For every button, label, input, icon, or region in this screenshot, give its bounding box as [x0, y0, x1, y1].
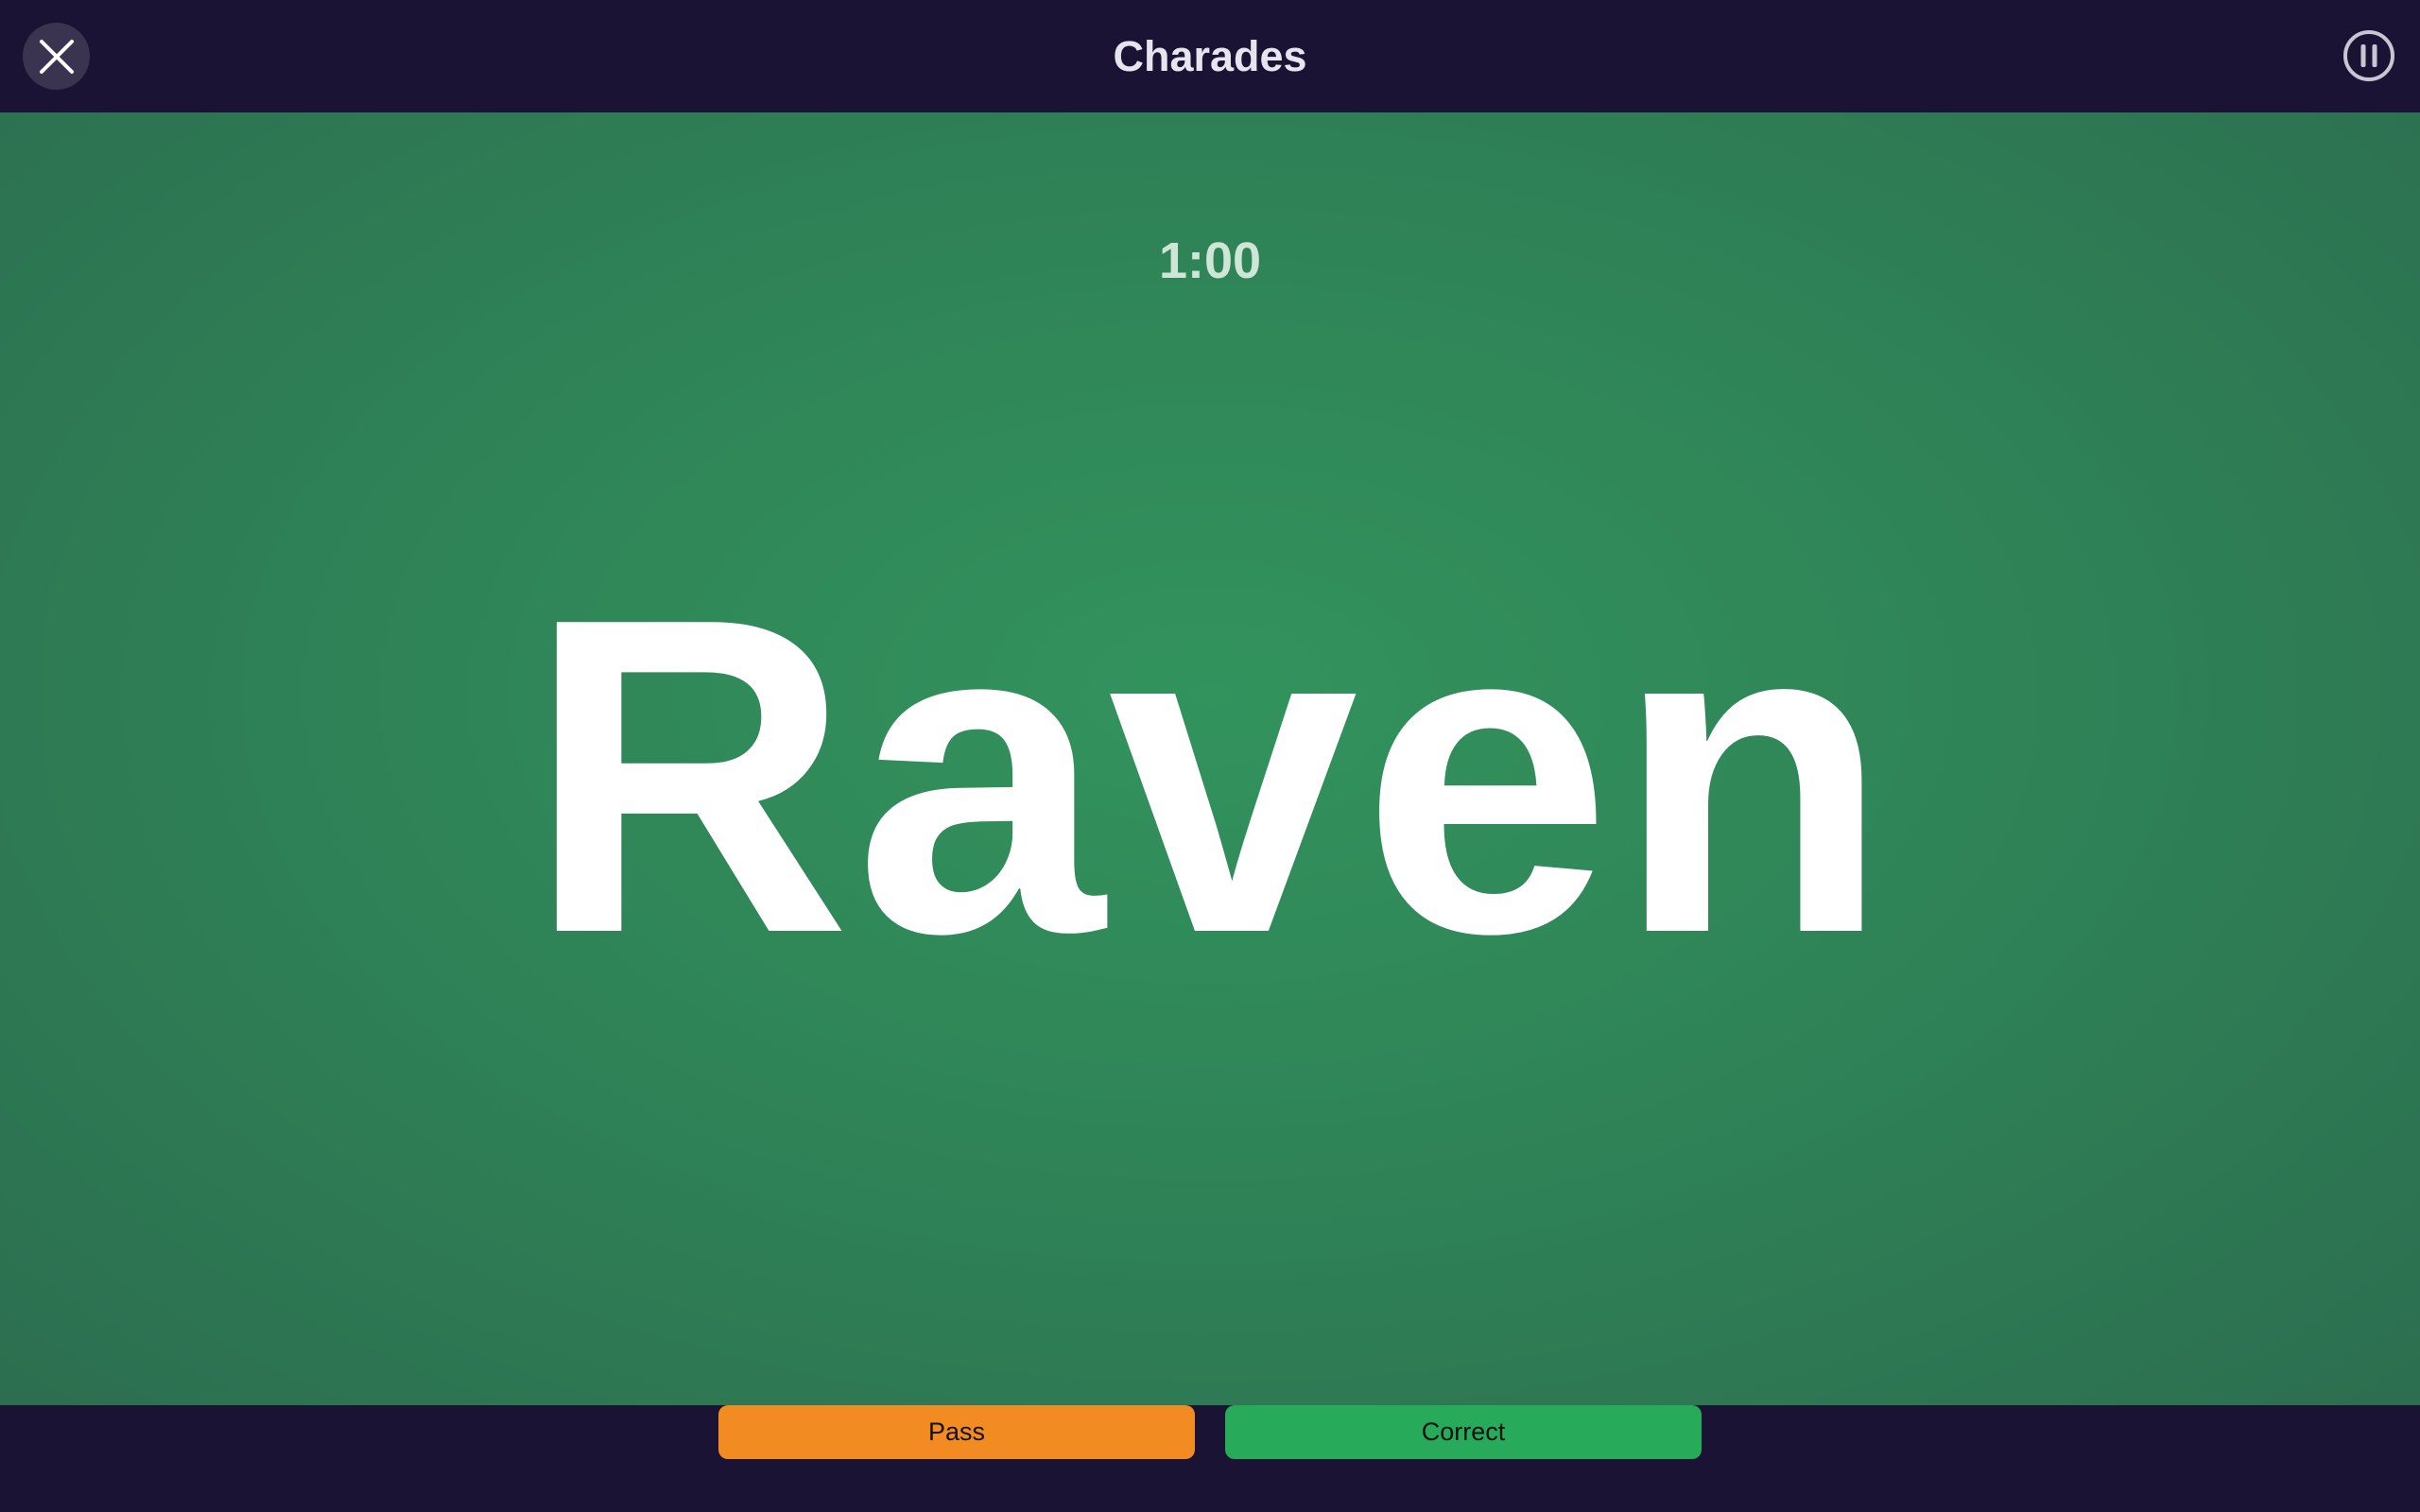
close-icon — [39, 39, 74, 74]
pause-button[interactable] — [2341, 27, 2397, 84]
card-stage: 1:00 Raven — [0, 112, 2420, 1405]
close-button[interactable] — [23, 23, 90, 90]
pause-icon — [2343, 30, 2394, 81]
bottom-bar — [0, 1405, 2420, 1512]
charade-word: Raven — [527, 524, 1893, 1026]
pass-button[interactable]: Pass — [718, 1405, 1195, 1459]
charades-app: Charades 1:00 Raven Pass Correct — [0, 0, 2420, 1512]
top-bar: Charades — [0, 0, 2420, 112]
page-title: Charades — [1113, 32, 1307, 80]
correct-button[interactable]: Correct — [1225, 1405, 1702, 1459]
countdown-timer: 1:00 — [1158, 232, 1262, 289]
